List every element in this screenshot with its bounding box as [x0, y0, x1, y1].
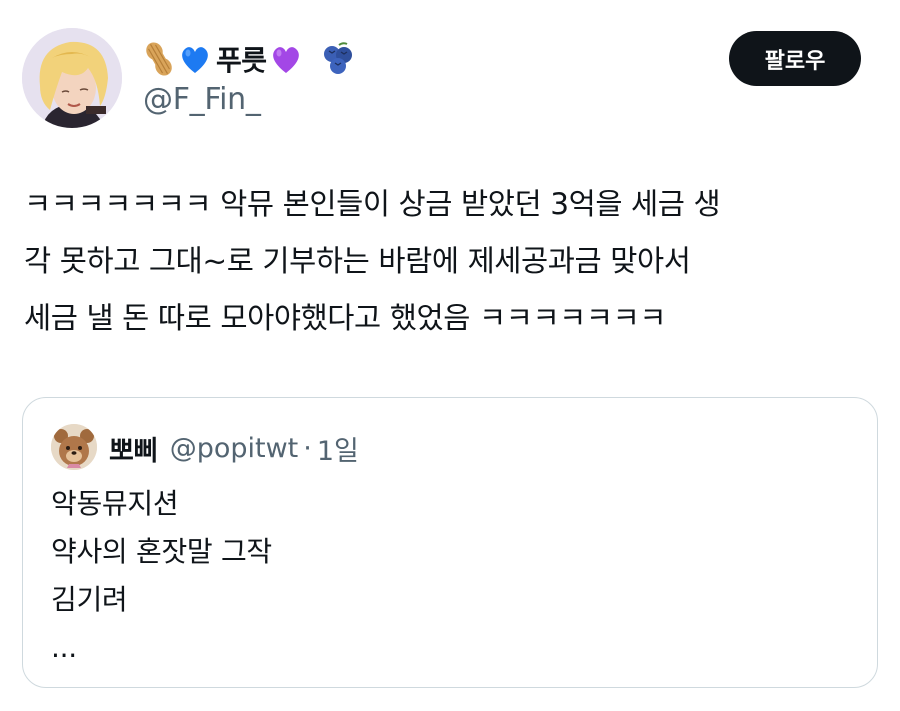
separator-dot: ·	[303, 432, 312, 464]
quoted-tweet-card[interactable]: 뽀삐 @popitwt · 1일 악동뮤지션 약사의 혼잣말 그작 김기려 ..…	[22, 397, 878, 688]
quoted-header: 뽀삐 @popitwt · 1일	[109, 426, 359, 470]
quoted-handle[interactable]: @popitwt	[170, 433, 299, 464]
quoted-line: 김기려	[51, 583, 128, 616]
tweet-line: 각 못하고 그대~로 기부하는 바람에 제세공과금 맞아서	[24, 244, 691, 278]
quoted-display-name[interactable]: 뽀삐	[109, 429, 158, 468]
tweet-line: 세금 낼 돈 따로 모아야했다고 했었음 ㅋㅋㅋㅋㅋㅋㅋ	[24, 301, 667, 335]
blueberries-icon	[321, 39, 355, 79]
author-name-row[interactable]: 푸릇	[142, 34, 357, 84]
author-avatar[interactable]	[22, 28, 122, 128]
quoted-author-avatar[interactable]	[51, 424, 97, 470]
blue-heart-icon	[178, 39, 212, 79]
author-handle[interactable]: @F_Fin_	[143, 82, 261, 117]
peanut-icon	[142, 39, 176, 79]
avatar-illustration	[22, 28, 122, 128]
quoted-timestamp[interactable]: 1일	[317, 429, 359, 468]
tweet-line: ㅋㅋㅋㅋㅋㅋㅋ 악뮤 본인들이 상금 받았던 3억을 세금 생	[24, 187, 721, 221]
quoted-line: 악동뮤지션	[51, 487, 179, 520]
follow-button[interactable]: 팔로우	[729, 31, 861, 86]
purple-heart-icon	[269, 39, 303, 79]
quoted-avatar-illustration	[51, 424, 97, 470]
quoted-line: 약사의 혼잣말 그작	[51, 535, 272, 568]
tweet-text: ㅋㅋㅋㅋㅋㅋㅋ 악뮤 본인들이 상금 받았던 3억을 세금 생 각 못하고 그대…	[24, 176, 880, 347]
quoted-text: 악동뮤지션 약사의 혼잣말 그작 김기려 ...	[51, 480, 272, 672]
quoted-line: ...	[51, 631, 77, 664]
author-display-name: 푸릇	[216, 44, 267, 77]
